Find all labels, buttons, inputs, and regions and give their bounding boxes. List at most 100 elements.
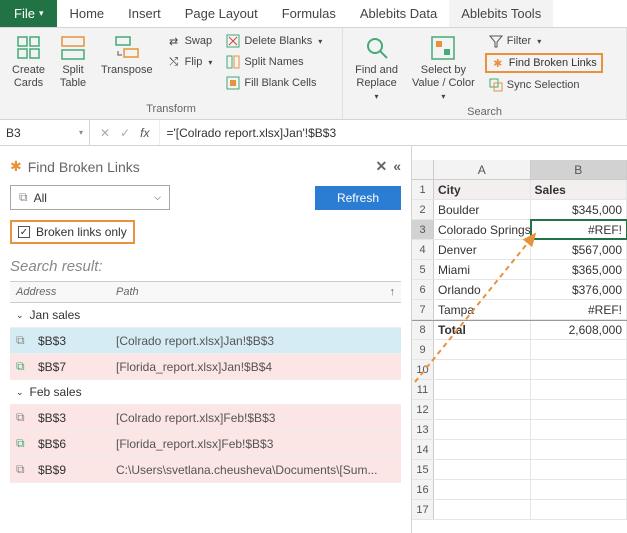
select-all-corner[interactable] [412,160,434,179]
cell[interactable]: Orlando [434,280,531,299]
file-tab[interactable]: File▾ [0,0,57,27]
cell[interactable]: Boulder [434,200,531,219]
scope-dropdown[interactable]: ⧉All ⌵ [10,185,170,210]
sort-icon[interactable]: ↑ [390,286,396,298]
cell[interactable]: $345,000 [531,200,627,219]
transpose-button[interactable]: Transpose [97,32,157,79]
row-header[interactable]: 3 [412,220,434,239]
create-cards-button[interactable]: Create Cards [8,32,49,92]
cell[interactable]: #REF! [531,300,627,319]
cell[interactable] [434,380,531,399]
cell[interactable]: Tampa [434,300,531,319]
result-row[interactable]: ⧉$B$9C:\Users\svetlana.cheusheva\Documen… [10,457,401,483]
cancel-icon[interactable]: ✕ [100,126,110,140]
split-table-button[interactable]: Split Table [55,32,91,92]
row-header[interactable]: 8 [412,321,434,339]
link-icon: ⧉ [16,462,38,477]
cell[interactable] [434,440,531,459]
tab-formulas[interactable]: Formulas [270,0,348,27]
cell[interactable] [434,360,531,379]
delete-blanks-button[interactable]: Delete Blanks▾ [222,32,326,50]
cell[interactable] [531,400,627,419]
row-header[interactable]: 1 [412,180,434,199]
select-by-button[interactable]: Select by Value / Color▾ [408,32,479,104]
header-address[interactable]: Address [10,282,110,302]
row-header[interactable]: 9 [412,340,434,359]
cell[interactable]: 2,608,000 [531,321,627,339]
cell[interactable] [531,340,627,359]
cell[interactable]: $376,000 [531,280,627,299]
row-header[interactable]: 15 [412,460,434,479]
cell[interactable] [434,500,531,519]
row-header[interactable]: 6 [412,280,434,299]
cell[interactable]: City [434,180,531,199]
close-icon[interactable]: ✕ [375,158,387,175]
collapse-icon[interactable]: « [393,158,401,175]
filter-icon [489,34,503,48]
chevron-down-icon: ▾ [375,92,379,102]
transpose-label: Transpose [101,64,153,77]
row-header[interactable]: 10 [412,360,434,379]
cell[interactable]: Denver [434,240,531,259]
result-row[interactable]: ⧉$B$6[Florida_report.xlsx]Feb!$B$3 [10,431,401,457]
tab-ablebits-tools[interactable]: Ablebits Tools [449,0,553,27]
formula-input[interactable]: ='[Colrado report.xlsx]Jan'!$B$3 [160,126,627,140]
swap-button[interactable]: ⇄Swap [163,32,217,50]
cell[interactable] [531,460,627,479]
tab-insert[interactable]: Insert [116,0,173,27]
cell[interactable] [531,360,627,379]
result-row[interactable]: ⧉$B$3[Colrado report.xlsx]Feb!$B$3 [10,405,401,431]
cell[interactable]: Total [434,321,531,339]
result-row[interactable]: ⧉$B$3[Colrado report.xlsx]Jan!$B$3 [10,328,401,354]
flip-button[interactable]: ⤭Flip▾ [163,53,217,71]
tab-ablebits-data[interactable]: Ablebits Data [348,0,449,27]
row-header[interactable]: 2 [412,200,434,219]
name-box[interactable]: B3▾ [0,120,90,145]
filter-button[interactable]: Filter▾ [485,32,603,50]
find-broken-links-button[interactable]: ✱Find Broken Links [485,53,603,73]
broken-links-only-checkbox[interactable]: ✓ Broken links only [10,220,135,244]
cell[interactable]: Colorado Springs [434,220,531,239]
cell[interactable] [434,460,531,479]
result-row[interactable]: ⧉$B$7[Florida_report.xlsx]Jan!$B$4 [10,354,401,380]
group-feb-sales[interactable]: ⌄Feb sales [10,380,401,405]
col-header-b[interactable]: B [531,160,627,179]
cell-active[interactable]: #REF! [531,220,627,239]
row-header[interactable]: 11 [412,380,434,399]
enter-icon[interactable]: ✓ [120,126,130,140]
cell[interactable] [531,380,627,399]
row-header[interactable]: 12 [412,400,434,419]
cell[interactable] [434,340,531,359]
refresh-button[interactable]: Refresh [315,186,401,210]
cell[interactable] [531,480,627,499]
sync-selection-button[interactable]: Sync Selection [485,76,603,94]
formula-bar: B3▾ ✕ ✓ fx ='[Colrado report.xlsx]Jan'!$… [0,120,627,146]
cell[interactable]: Sales [531,180,627,199]
row-header[interactable]: 14 [412,440,434,459]
cell[interactable] [531,420,627,439]
row-header[interactable]: 4 [412,240,434,259]
cell[interactable] [434,420,531,439]
row-header[interactable]: 5 [412,260,434,279]
find-replace-button[interactable]: Find and Replace▾ [351,32,402,104]
col-header-a[interactable]: A [434,160,531,179]
tab-home[interactable]: Home [57,0,116,27]
row-header[interactable]: 13 [412,420,434,439]
cell[interactable] [434,400,531,419]
split-names-button[interactable]: Split Names [222,53,326,71]
chevron-down-icon: ▾ [441,92,445,102]
cell[interactable] [531,500,627,519]
row-header[interactable]: 16 [412,480,434,499]
header-path[interactable]: Path↑ [110,282,401,302]
cell[interactable]: Miami [434,260,531,279]
cell[interactable] [434,480,531,499]
cell[interactable]: $567,000 [531,240,627,259]
tab-page-layout[interactable]: Page Layout [173,0,270,27]
row-header[interactable]: 7 [412,300,434,319]
row-header[interactable]: 17 [412,500,434,519]
cell[interactable]: $365,000 [531,260,627,279]
fill-blank-button[interactable]: Fill Blank Cells [222,74,326,92]
fx-icon[interactable]: fx [140,126,149,140]
group-jan-sales[interactable]: ⌄Jan sales [10,303,401,328]
cell[interactable] [531,440,627,459]
